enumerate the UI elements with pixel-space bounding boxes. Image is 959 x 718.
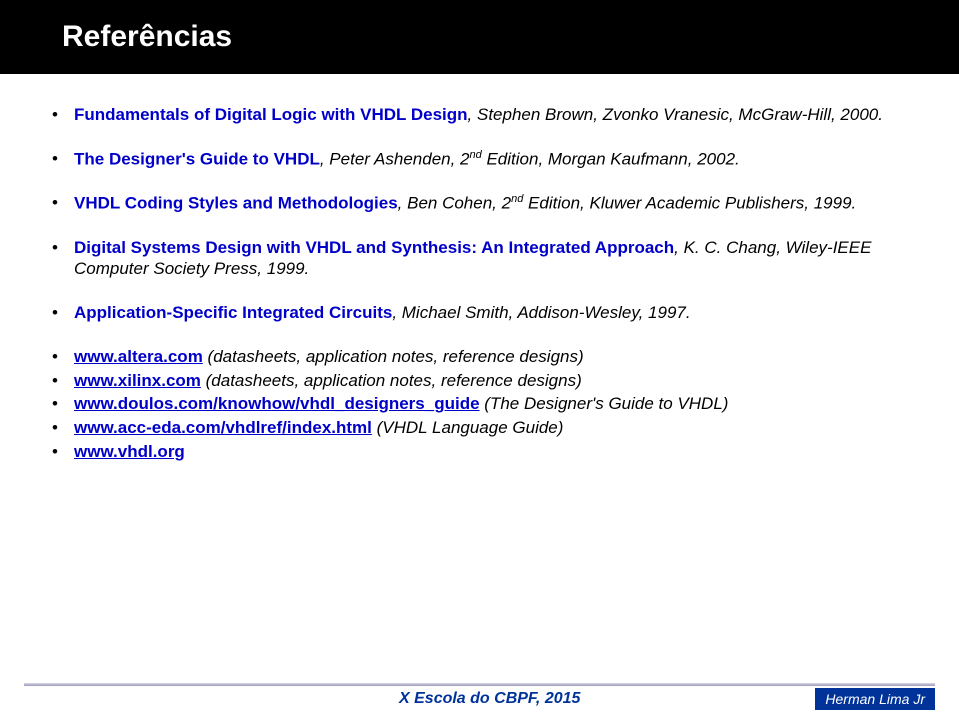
ref-link[interactable]: www.acc-eda.com/vhdlref/index.html [74, 418, 372, 437]
footer-author-label: Herman Lima Jr [825, 691, 925, 707]
link-item: www.vhdl.org [52, 441, 907, 463]
footer-row: X Escola do CBPF, 2015 Herman Lima Jr [0, 688, 959, 718]
link-desc: (datasheets, application notes, referenc… [201, 371, 582, 390]
content-area: Fundamentals of Digital Logic with VHDL … [0, 74, 959, 463]
ref-link[interactable]: www.xilinx.com [74, 371, 201, 390]
ref-ordinal: nd [511, 193, 523, 205]
ref-item: The Designer's Guide to VHDL, Peter Ashe… [52, 148, 907, 170]
reference-list: Fundamentals of Digital Logic with VHDL … [52, 104, 907, 463]
link-item: www.doulos.com/knowhow/vhdl_designers_gu… [52, 393, 907, 415]
ref-title: Digital Systems Design with VHDL and Syn… [74, 238, 674, 257]
ref-detail: Edition, Morgan Kaufmann, 2002. [482, 149, 740, 168]
ref-title: Application-Specific Integrated Circuits [74, 303, 392, 322]
link-desc: (datasheets, application notes, referenc… [203, 347, 584, 366]
link-desc: (The Designer's Guide to VHDL) [480, 394, 729, 413]
ref-link[interactable]: www.altera.com [74, 347, 203, 366]
title-bar: Referências [0, 0, 959, 74]
footer-event-label: X Escola do CBPF, 2015 [399, 690, 580, 707]
ref-title: Fundamentals of Digital Logic with VHDL … [74, 105, 468, 124]
ref-item: Fundamentals of Digital Logic with VHDL … [52, 104, 907, 126]
ref-item: Digital Systems Design with VHDL and Syn… [52, 237, 907, 281]
ref-title: The Designer's Guide to VHDL [74, 149, 320, 168]
footer-divider [24, 683, 935, 686]
ref-detail: , Stephen Brown, Zvonko Vranesic, McGraw… [468, 105, 883, 124]
footer-author-box: Herman Lima Jr [815, 688, 935, 710]
ref-item: Application-Specific Integrated Circuits… [52, 302, 907, 324]
ref-link[interactable]: www.doulos.com/knowhow/vhdl_designers_gu… [74, 394, 480, 413]
ref-ordinal: nd [470, 149, 482, 161]
ref-link[interactable]: www.vhdl.org [74, 442, 185, 461]
link-item: www.acc-eda.com/vhdlref/index.html (VHDL… [52, 417, 907, 439]
footer: X Escola do CBPF, 2015 Herman Lima Jr [0, 683, 959, 718]
ref-item: VHDL Coding Styles and Methodologies, Be… [52, 192, 907, 214]
ref-detail: Edition, Kluwer Academic Publishers, 199… [523, 194, 856, 213]
ref-detail: , Ben Cohen, 2 [398, 194, 511, 213]
ref-detail: , Peter Ashenden, 2 [320, 149, 470, 168]
page-title: Referências [62, 20, 232, 54]
ref-detail: , Michael Smith, Addison-Wesley, 1997. [392, 303, 690, 322]
link-item: www.xilinx.com (datasheets, application … [52, 370, 907, 392]
link-item: www.altera.com (datasheets, application … [52, 346, 907, 368]
footer-center: X Escola do CBPF, 2015 [164, 690, 815, 708]
ref-title: VHDL Coding Styles and Methodologies [74, 194, 398, 213]
link-desc: (VHDL Language Guide) [372, 418, 564, 437]
